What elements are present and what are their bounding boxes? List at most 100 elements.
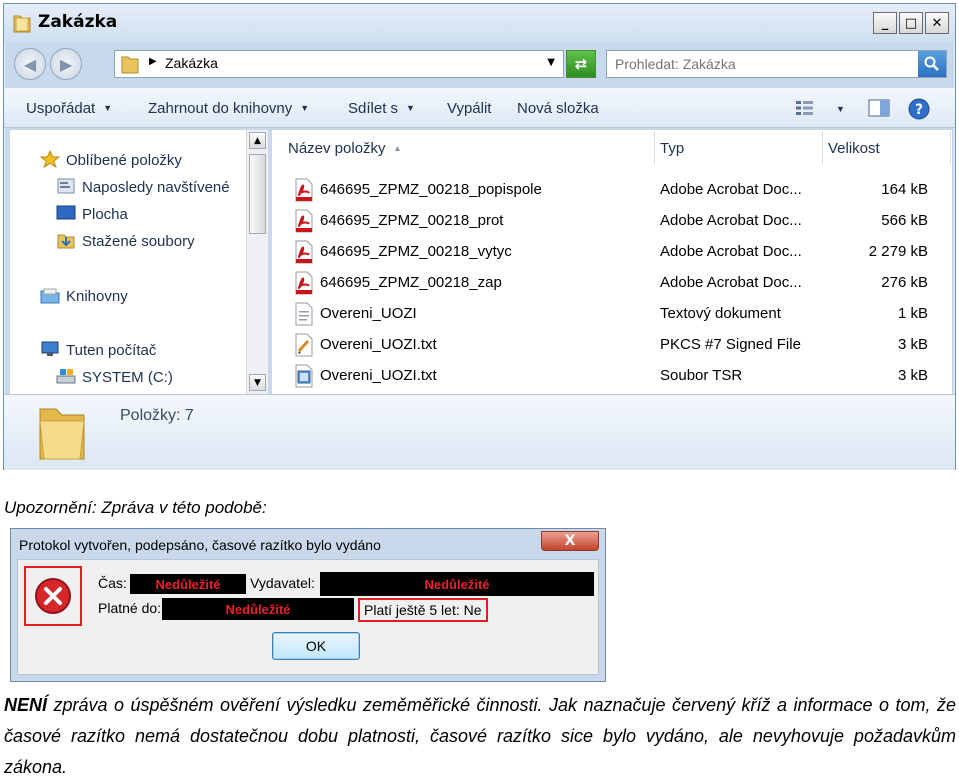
file-list: Název položky ▲ Typ Velikost 646695_ZPMZ_… bbox=[272, 130, 952, 394]
window-title: Zakázka bbox=[38, 12, 118, 32]
file-name: Overeni_UOZI bbox=[320, 305, 417, 322]
close-button[interactable]: ✕ bbox=[925, 12, 949, 34]
nav-recent[interactable]: Naposledy navštívené bbox=[56, 177, 230, 196]
column-header-size[interactable]: Velikost bbox=[823, 132, 951, 164]
file-size: 1 kB bbox=[897, 305, 928, 322]
nav-recent-label: Naposledy navštívené bbox=[82, 179, 230, 196]
file-size: 3 kB bbox=[897, 336, 928, 353]
nav-favorites[interactable]: Oblíbené položky bbox=[40, 150, 182, 169]
breadcrumb[interactable]: Zakázka bbox=[165, 55, 218, 71]
file-size: 3 kB bbox=[897, 367, 928, 384]
platne-do-label: Platné do: bbox=[98, 600, 162, 616]
chevron-down-icon: ▼ bbox=[406, 103, 415, 113]
nav-desktop[interactable]: Plocha bbox=[56, 204, 128, 223]
folder-icon bbox=[13, 15, 31, 33]
cas-label: Čas: bbox=[98, 575, 127, 591]
libraries-icon bbox=[40, 288, 60, 304]
search-input[interactable] bbox=[607, 51, 907, 77]
downloads-icon bbox=[57, 234, 75, 249]
view-options-icon[interactable] bbox=[794, 98, 818, 118]
chevron-down-icon[interactable]: ▼ bbox=[547, 57, 555, 68]
refresh-button[interactable]: ⇄ bbox=[566, 50, 596, 78]
organize-menu[interactable]: Uspořádat ▼ bbox=[26, 100, 112, 117]
folder-icon bbox=[39, 408, 85, 460]
explorer-window: Zakázka _ □ ✕ ◀ ▶ ▶ Zakázka ▼ ⇄ Prohleda… bbox=[3, 3, 956, 470]
dialog-body: Čas: Nedůležité Vydavatel: Nedůležité Pl… bbox=[17, 559, 599, 675]
file-name: Overeni_UOZI.txt bbox=[320, 367, 437, 384]
nav-downloads-label: Stažené soubory bbox=[82, 233, 195, 250]
new-folder-button[interactable]: Nová složka bbox=[517, 100, 599, 117]
file-name: Overeni_UOZI.txt bbox=[320, 336, 437, 353]
burn-button[interactable]: Vypálit bbox=[447, 100, 491, 117]
table-row[interactable]: Overeni_UOZI Textový dokument 1 kB bbox=[272, 300, 952, 328]
table-row[interactable]: 646695_ZPMZ_00218_prot Adobe Acrobat Doc.… bbox=[272, 207, 952, 235]
scroll-thumb[interactable] bbox=[249, 154, 266, 234]
error-highlight bbox=[24, 566, 82, 626]
command-bar: Uspořádat ▼ Zahrnout do knihovny ▼ Sdílet … bbox=[4, 88, 955, 128]
nav-downloads[interactable]: Stažené soubory bbox=[56, 231, 195, 250]
forward-button[interactable]: ▶ bbox=[50, 48, 82, 80]
share-menu[interactable]: Sdílet s ▼ bbox=[348, 100, 415, 117]
text-file-icon bbox=[294, 302, 314, 326]
warning-heading: Upozornění: Zpráva v této podobě: bbox=[4, 498, 267, 517]
file-size: 276 kB bbox=[881, 274, 928, 291]
search-box[interactable] bbox=[606, 50, 947, 78]
minimize-button[interactable]: _ bbox=[873, 12, 897, 34]
nav-scrollbar[interactable]: ▲ ▼ bbox=[246, 130, 268, 394]
address-row: ◀ ▶ ▶ Zakázka ▼ ⇄ bbox=[4, 42, 955, 86]
details-pane: Položky: 7 bbox=[4, 394, 955, 470]
file-type: Adobe Acrobat Doc... bbox=[660, 243, 802, 260]
emphasis-text: NENÍ bbox=[4, 695, 48, 715]
nav-computer-label: Tuten počítač bbox=[66, 342, 157, 359]
dialog-title: Protokol vytvořen, podepsáno, časové raz… bbox=[19, 537, 381, 553]
include-library-menu[interactable]: Zahrnout do knihovny ▼ bbox=[148, 100, 309, 117]
nav-computer[interactable]: Tuten počítač bbox=[40, 340, 156, 359]
table-row[interactable]: 646695_ZPMZ_00218_vytyc Adobe Acrobat Doc… bbox=[272, 238, 952, 266]
scroll-up-arrow-icon[interactable]: ▲ bbox=[249, 132, 266, 149]
file-name: 646695_ZPMZ_00218_popispole bbox=[320, 181, 542, 198]
table-row[interactable]: Overeni_UOZI.txt Soubor TSR 3 kB bbox=[272, 362, 952, 390]
preview-pane-icon[interactable] bbox=[868, 98, 890, 118]
computer-icon bbox=[41, 341, 59, 356]
column-name-label: Název položky bbox=[288, 140, 386, 157]
ok-button[interactable]: OK bbox=[272, 632, 360, 660]
explanation-text: zpráva o úspěšném ověření výsledku zeměm… bbox=[4, 695, 956, 777]
organize-label: Uspořádat bbox=[26, 100, 96, 117]
back-button[interactable]: ◀ bbox=[14, 48, 46, 80]
table-row[interactable]: 646695_ZPMZ_00218_zap Adobe Acrobat Doc..… bbox=[272, 269, 952, 297]
pdf-file-icon bbox=[294, 178, 314, 202]
sort-ascending-icon: ▲ bbox=[393, 144, 402, 153]
file-type: Textový dokument bbox=[660, 305, 781, 322]
column-header-type[interactable]: Typ bbox=[655, 132, 823, 164]
scroll-down-arrow-icon[interactable]: ▼ bbox=[249, 374, 266, 391]
maximize-button[interactable]: □ bbox=[899, 12, 923, 34]
file-size: 566 kB bbox=[881, 212, 928, 229]
table-row[interactable]: 646695_ZPMZ_00218_popispole Adobe Acrobat… bbox=[272, 176, 952, 204]
error-icon bbox=[35, 578, 71, 614]
pdf-file-icon bbox=[294, 240, 314, 264]
dialog-close-button[interactable]: X bbox=[541, 531, 599, 551]
timestamp-dialog: Protokol vytvořen, podepsáno, časové raz… bbox=[10, 528, 606, 682]
refresh-icon: ⇄ bbox=[574, 55, 588, 73]
forward-arrow-icon: ▶ bbox=[59, 54, 73, 74]
nav-libraries[interactable]: Knihovny bbox=[40, 286, 128, 305]
chevron-down-icon: ▼ bbox=[103, 103, 113, 113]
address-bar[interactable]: ▶ Zakázka ▼ bbox=[114, 50, 564, 78]
pdf-file-icon bbox=[294, 271, 314, 295]
help-icon[interactable]: ? bbox=[908, 98, 930, 120]
nav-desktop-label: Plocha bbox=[82, 206, 128, 223]
column-header-name[interactable]: Název položky ▲ bbox=[272, 132, 655, 164]
search-icon bbox=[924, 56, 939, 71]
file-size: 2 279 kB bbox=[868, 243, 928, 260]
nav-system-drive[interactable]: SYSTEM (C:) bbox=[56, 367, 173, 386]
redacted-vydavatel: Nedůležité bbox=[320, 572, 594, 596]
chevron-down-icon: ▼ bbox=[300, 103, 310, 113]
search-button[interactable] bbox=[918, 51, 946, 77]
file-type: Adobe Acrobat Doc... bbox=[660, 212, 802, 229]
breadcrumb-chevron-icon[interactable]: ▶ bbox=[149, 56, 157, 67]
chevron-down-icon[interactable]: ▼ bbox=[836, 104, 845, 114]
table-row[interactable]: Overeni_UOZI.txt PKCS #7 Signed File 3 kB bbox=[272, 331, 952, 359]
file-type: Soubor TSR bbox=[660, 367, 743, 384]
title-bar: Zakázka _ □ ✕ bbox=[4, 4, 955, 42]
explanation-paragraph: NENÍ zpráva o úspěšném ověření výsledku … bbox=[4, 690, 956, 783]
